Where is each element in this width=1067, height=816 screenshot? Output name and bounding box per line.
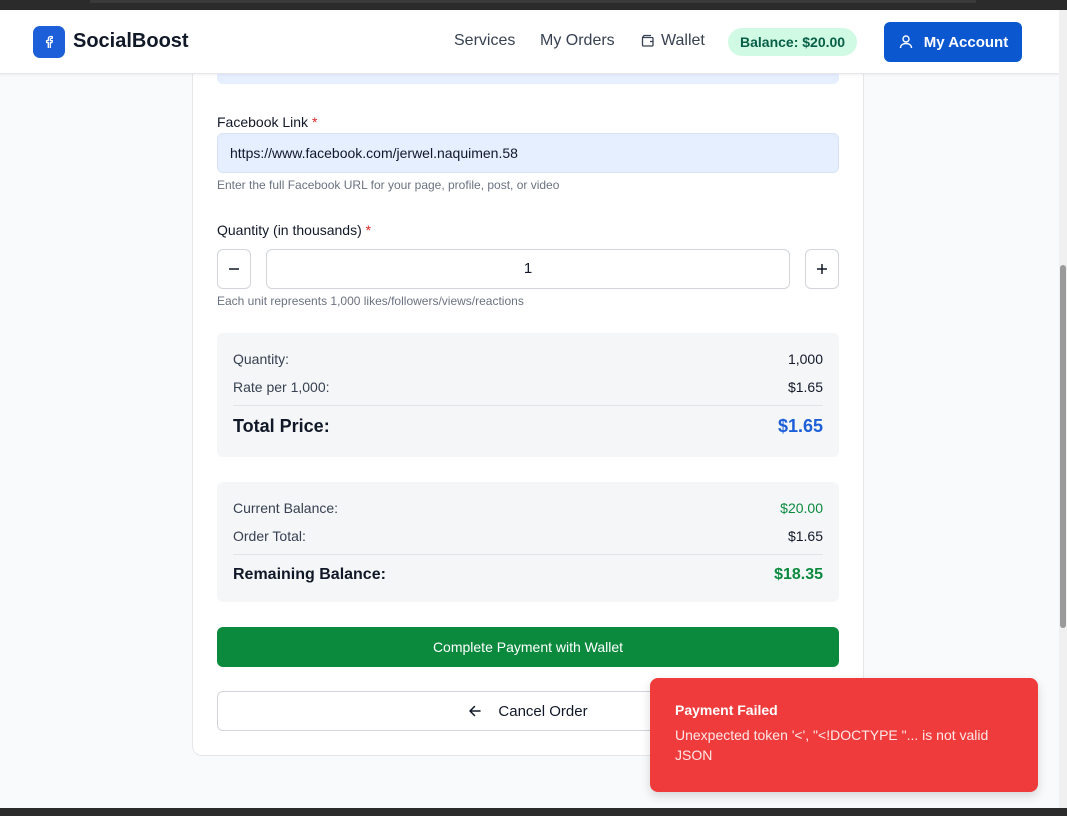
balance-summary: Current Balance: $20.00 Order Total: $1.… — [217, 482, 839, 602]
nav-wallet[interactable]: Wallet — [641, 32, 705, 50]
price-summary: Quantity: 1,000 Rate per 1,000: $1.65 To… — [217, 333, 839, 457]
current-balance-row: Current Balance: $20.00 — [233, 500, 823, 516]
scrollbar-thumb[interactable] — [1060, 265, 1066, 628]
remaining-balance-value: $18.35 — [774, 566, 823, 583]
quantity-label: Quantity (in thousands) * — [217, 222, 371, 238]
nav-wallet-label: Wallet — [661, 32, 705, 49]
total-price-value: $1.65 — [777, 416, 823, 436]
wallet-icon — [641, 34, 654, 47]
facebook-link-input[interactable]: https://www.facebook.com/jerwel.naquimen… — [217, 133, 839, 173]
cancel-order-label: Cancel Order — [498, 702, 588, 720]
facebook-link-help: Enter the full Facebook URL for your pag… — [217, 178, 560, 192]
facebook-link-label-text: Facebook Link — [217, 114, 309, 130]
user-icon — [899, 35, 912, 49]
page-viewport: SocialBoost Services My Orders Wallet Ba… — [0, 10, 1059, 808]
total-price-row: Total Price: $1.65 — [233, 416, 823, 437]
facebook-link-label: Facebook Link * — [217, 114, 317, 130]
logo[interactable] — [33, 26, 65, 58]
toast-message: Unexpected token '<', "<!DOCTYPE "... is… — [675, 727, 989, 763]
quantity-help: Each unit represents 1,000 likes/followe… — [217, 294, 524, 308]
error-toast[interactable]: Payment Failed Unexpected token '<', "<!… — [650, 678, 1038, 792]
total-price-label: Total Price: — [233, 416, 330, 436]
order-total-row: Order Total: $1.65 — [233, 528, 823, 544]
order-card: Facebook Link * https://www.facebook.com… — [192, 10, 864, 756]
quantity-label-text: Quantity (in thousands) — [217, 222, 362, 238]
nav-my-orders[interactable]: My Orders — [540, 32, 615, 50]
remaining-balance-row: Remaining Balance: $18.35 — [233, 566, 823, 584]
current-balance-value: $20.00 — [780, 500, 823, 516]
my-account-label: My Account — [923, 33, 1009, 51]
summary-divider — [233, 405, 823, 406]
brand-name[interactable]: SocialBoost — [73, 30, 189, 53]
remaining-balance-label: Remaining Balance: — [233, 566, 386, 583]
quantity-input[interactable]: 1 — [266, 249, 790, 289]
balance-divider — [233, 554, 823, 555]
required-mark: * — [311, 114, 318, 130]
summary-quantity-row: Quantity: 1,000 — [233, 351, 823, 367]
toast-title: Payment Failed — [675, 702, 778, 718]
facebook-icon — [45, 35, 53, 48]
top-navbar: SocialBoost Services My Orders Wallet Ba… — [0, 10, 1059, 74]
summary-rate-value: $1.65 — [787, 379, 823, 395]
browser-top-strip — [0, 0, 1067, 10]
summary-quantity-value: 1,000 — [787, 351, 823, 367]
plus-icon — [817, 264, 827, 274]
balance-badge: Balance: $20.00 — [728, 28, 858, 56]
increment-button[interactable] — [805, 249, 839, 289]
decrement-button[interactable] — [217, 249, 251, 289]
browser-bottom-strip — [0, 808, 1067, 816]
summary-rate-label: Rate per 1,000: — [233, 379, 330, 395]
arrow-left-icon — [469, 705, 482, 717]
nav-services[interactable]: Services — [454, 32, 515, 50]
complete-payment-button[interactable]: Complete Payment with Wallet — [217, 627, 839, 667]
my-account-button[interactable]: My Account — [884, 22, 1022, 62]
order-total-value: $1.65 — [787, 528, 823, 544]
required-mark: * — [365, 222, 372, 238]
summary-quantity-label: Quantity: — [233, 351, 290, 367]
order-total-label: Order Total: — [233, 528, 306, 544]
summary-rate-row: Rate per 1,000: $1.65 — [233, 379, 823, 395]
page-scrollbar[interactable] — [1059, 10, 1067, 808]
minus-icon — [229, 268, 239, 270]
current-balance-label: Current Balance: — [233, 500, 339, 516]
browser-top-bar — [90, 0, 976, 3]
